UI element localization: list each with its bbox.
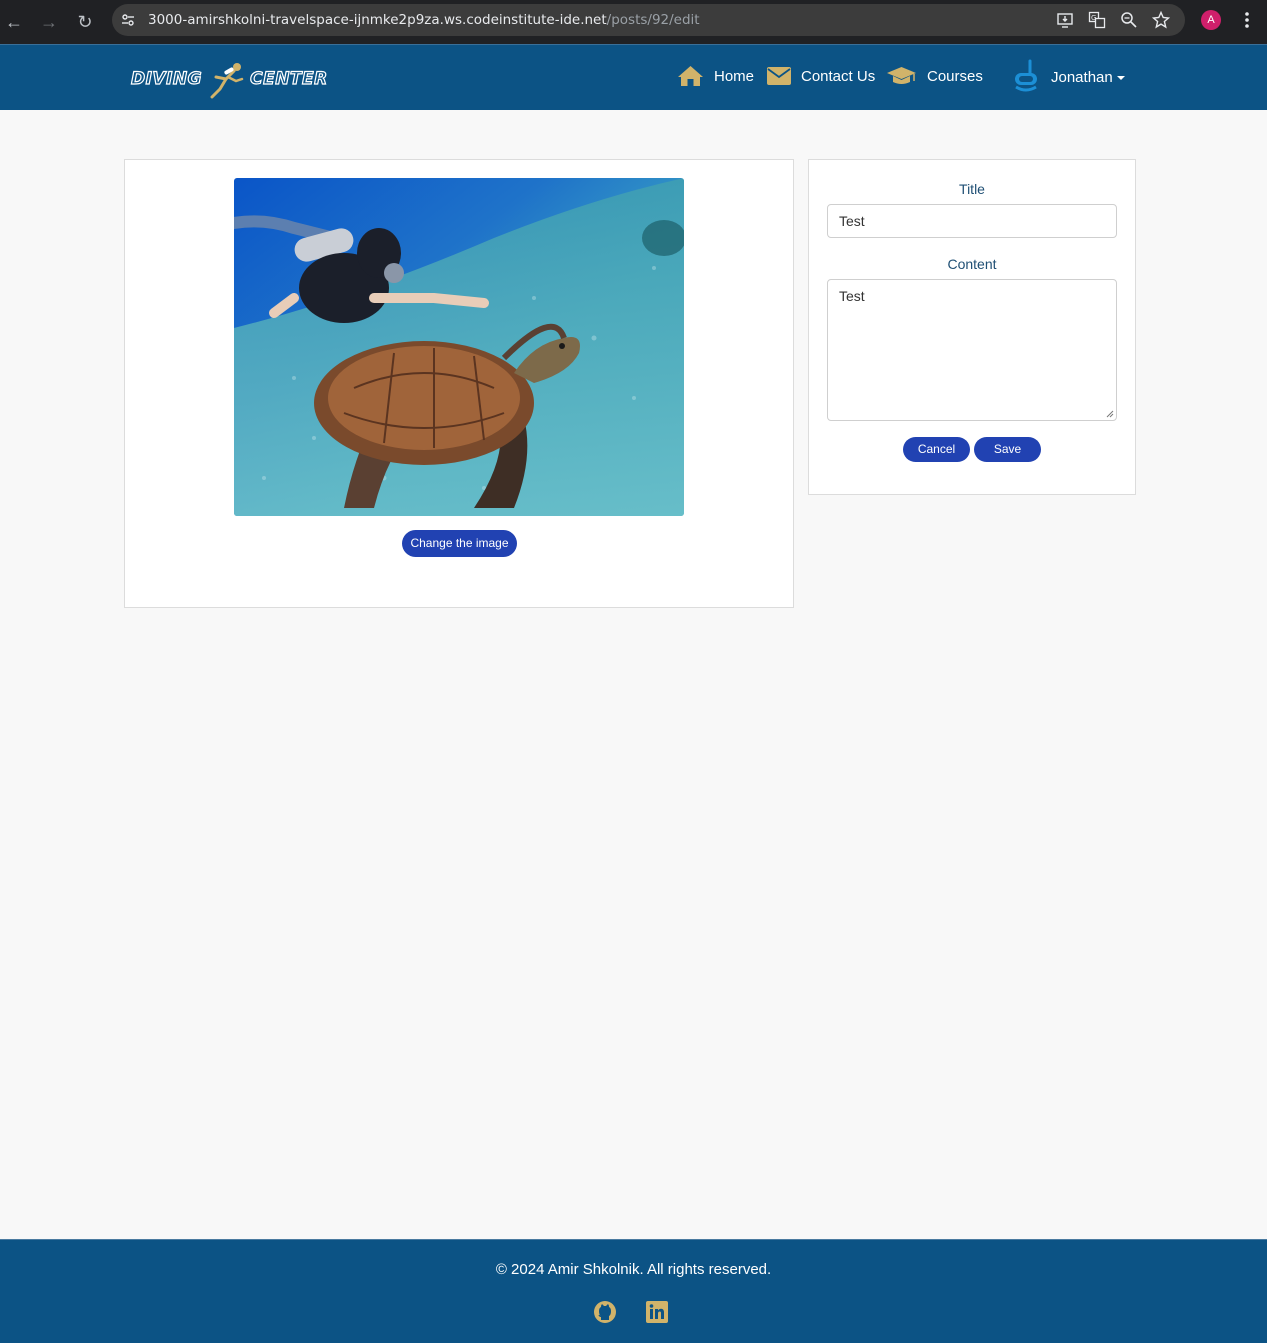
save-button[interactable]: Save [974,437,1041,462]
edit-post-form: Title Test Content Test Cancel Save [808,159,1136,495]
user-name: Jonathan [1051,68,1113,86]
content-text: Test [839,288,865,304]
browser-menu-icon[interactable] [1238,10,1256,30]
install-app-icon[interactable] [1056,11,1074,29]
resize-handle-icon[interactable] [1106,410,1114,418]
forward-icon[interactable]: → [37,10,61,34]
nav-courses[interactable]: Courses [886,63,983,89]
url-text[interactable]: 3000-amirshkolni-travelspace-ijnmke2p9za… [148,12,700,28]
nav-courses-label: Courses [927,67,983,85]
snorkel-mask-icon [1015,59,1037,92]
browser-toolbar: ← → ↻ 3000-amirshkolni-travelspace-ijnmk… [0,0,1267,44]
image-card: Change the image [124,159,794,608]
nav-home[interactable]: Home [677,63,754,89]
home-icon [678,66,703,86]
title-label: Title [959,181,985,197]
profile-avatar[interactable]: A [1201,10,1221,30]
cancel-button[interactable]: Cancel [903,437,970,462]
user-dropdown[interactable]: Jonathan [1012,59,1125,95]
change-image-button[interactable]: Change the image [402,530,517,557]
diver-logo-icon [210,63,244,99]
linkedin-icon[interactable] [645,1300,669,1324]
nav-contact[interactable]: Contact Us [767,63,875,89]
graduation-cap-icon [887,67,916,84]
post-image [234,178,684,516]
zoom-icon[interactable] [1120,11,1138,29]
github-icon[interactable] [593,1300,617,1324]
reload-icon[interactable]: ↻ [73,10,97,34]
nav-contact-label: Contact Us [801,67,876,85]
nav-home-label: Home [714,67,755,85]
content-textarea[interactable]: Test [827,279,1117,421]
dropdown-caret-icon [1116,76,1125,80]
logo-text-right: CENTER [250,68,328,89]
site-settings-icon[interactable] [120,12,136,28]
site-footer: © 2024 Amir Shkolnik. All rights reserve… [0,1239,1267,1343]
logo-text-left: DIVING [130,68,203,89]
site-logo[interactable]: DIVING CENTER [130,59,328,99]
title-input[interactable]: Test [827,204,1117,238]
translate-icon[interactable]: G [1088,11,1106,29]
copyright-text: © 2024 Amir Shkolnik. All rights reserve… [495,1261,772,1278]
address-bar[interactable]: 3000-amirshkolni-travelspace-ijnmke2p9za… [112,4,1185,36]
diver-turtle-photo [234,178,684,516]
content-label: Content [947,256,997,272]
envelope-icon [767,67,791,85]
site-navbar: DIVING CENTER Home Contact Us Courses Jo… [0,44,1267,110]
back-icon[interactable]: ← [2,10,26,34]
bookmark-star-icon[interactable] [1152,11,1170,29]
svg-text:G: G [1091,14,1096,22]
